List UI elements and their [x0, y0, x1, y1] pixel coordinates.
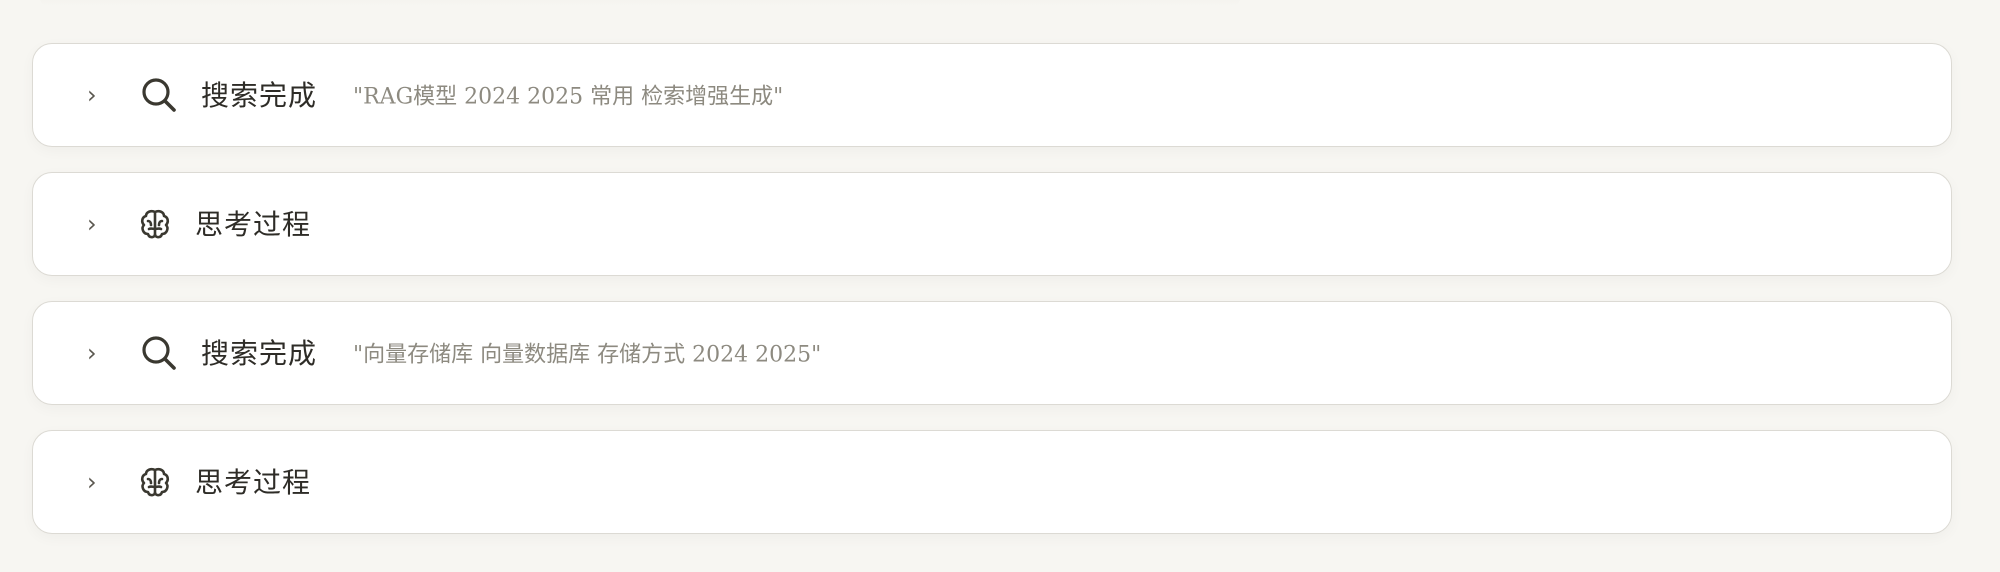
search-query: "向量存储库 向量数据库 存储方式 2024 2025" — [353, 342, 822, 368]
search-step-card[interactable]: › 搜索完成 "向量存储库 向量数据库 存储方式 2024 2025" — [32, 301, 1952, 405]
chevron-right-icon[interactable]: › — [87, 339, 97, 367]
step-title: 思考过程 — [195, 208, 312, 242]
step-title: 思考过程 — [195, 466, 312, 500]
search-query: "RAG模型 2024 2025 常用 检索增强生成" — [353, 84, 784, 110]
brain-icon — [137, 206, 173, 242]
steps-list: › 搜索完成 "RAG模型 2024 2025 常用 检索增强生成" › 思考过… — [32, 43, 1952, 559]
search-step-card[interactable]: › 搜索完成 "RAG模型 2024 2025 常用 检索增强生成" — [32, 43, 1952, 147]
brain-icon — [137, 464, 173, 500]
search-icon — [139, 75, 179, 115]
chevron-right-icon[interactable]: › — [87, 81, 97, 109]
step-title: 搜索完成 — [201, 79, 318, 113]
thinking-step-card[interactable]: › 思考过程 — [32, 430, 1952, 534]
search-icon — [139, 333, 179, 373]
thinking-step-card[interactable]: › 思考过程 — [32, 172, 1952, 276]
chevron-right-icon[interactable]: › — [87, 210, 97, 238]
previous-content-fade — [40, 0, 1240, 6]
chevron-right-icon[interactable]: › — [87, 468, 97, 496]
step-title: 搜索完成 — [201, 337, 318, 371]
